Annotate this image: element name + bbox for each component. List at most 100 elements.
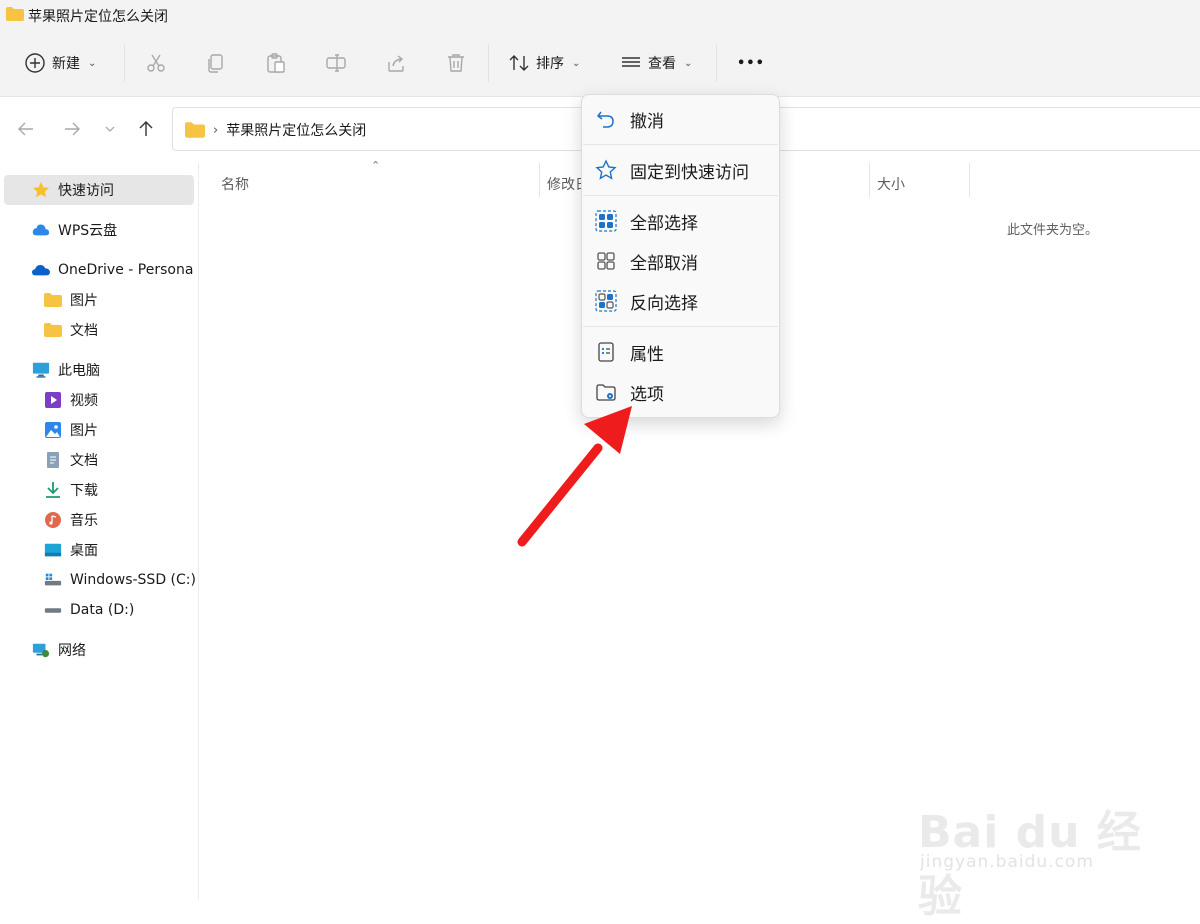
menu-separator bbox=[583, 326, 778, 327]
copy-button[interactable] bbox=[205, 46, 227, 80]
forward-button[interactable] bbox=[60, 117, 84, 141]
sidebar-item-drive-c[interactable]: Windows-SSD (C:) bbox=[44, 565, 196, 595]
desktop-icon bbox=[44, 541, 62, 559]
column-header-size[interactable]: 大小 bbox=[877, 169, 905, 199]
select-all-icon bbox=[588, 210, 624, 232]
sidebar-item-network[interactable]: 网络 bbox=[32, 635, 86, 665]
column-label: 名称 bbox=[221, 177, 249, 193]
menu-item-label: 属性 bbox=[630, 344, 664, 365]
rename-icon bbox=[326, 54, 346, 72]
breadcrumb-separator-icon: › bbox=[213, 122, 219, 138]
menu-separator bbox=[583, 195, 778, 196]
sidebar-item-desktop[interactable]: 桌面 bbox=[44, 535, 98, 565]
documents-icon bbox=[44, 451, 62, 469]
download-icon bbox=[44, 481, 62, 499]
sidebar-item-label: 下载 bbox=[70, 483, 98, 499]
chevron-down-icon: ⌄ bbox=[88, 57, 97, 69]
paste-button[interactable] bbox=[265, 46, 287, 80]
menu-item-invert-selection[interactable]: 反向选择 bbox=[586, 283, 775, 319]
menu-item-label: 全部取消 bbox=[630, 253, 698, 274]
sidebar-item-label: 文档 bbox=[70, 453, 98, 469]
drive-icon bbox=[44, 601, 62, 619]
sidebar-item-label: OneDrive - Persona bbox=[58, 262, 194, 278]
invert-selection-icon bbox=[588, 290, 624, 312]
annotation-arrow-icon bbox=[517, 406, 632, 547]
delete-button[interactable] bbox=[445, 46, 467, 80]
column-divider bbox=[969, 163, 970, 197]
paste-icon bbox=[267, 53, 285, 73]
toolbar-divider bbox=[716, 44, 717, 82]
up-button[interactable] bbox=[134, 117, 158, 141]
undo-icon bbox=[588, 108, 624, 130]
sidebar-item-label: Data (D:) bbox=[70, 602, 135, 618]
sort-ascending-icon: ⌃ bbox=[371, 159, 381, 172]
more-icon: ••• bbox=[737, 55, 765, 71]
sidebar-item-label: 文档 bbox=[70, 323, 98, 339]
menu-item-select-all[interactable]: 全部选择 bbox=[586, 203, 775, 239]
toolbar-divider bbox=[488, 44, 489, 82]
new-label: 新建 bbox=[52, 56, 80, 72]
toolbar-divider bbox=[124, 44, 125, 82]
empty-folder-message: 此文件夹为空。 bbox=[1007, 223, 1099, 238]
column-label: 大小 bbox=[877, 177, 905, 193]
music-icon bbox=[44, 511, 62, 529]
sidebar-item-label: 此电脑 bbox=[58, 363, 100, 379]
sidebar-item-music[interactable]: 音乐 bbox=[44, 505, 98, 535]
menu-item-undo[interactable]: 撤消 bbox=[586, 101, 775, 137]
pictures-icon bbox=[44, 421, 62, 439]
folder-icon bbox=[44, 291, 62, 309]
back-button[interactable] bbox=[14, 117, 38, 141]
drive-icon bbox=[44, 571, 62, 589]
sidebar-item-label: 图片 bbox=[70, 423, 98, 439]
breadcrumb: › 苹果照片定位怎么关闭 bbox=[185, 120, 366, 140]
pin-star-icon bbox=[588, 159, 624, 181]
recent-locations-button[interactable] bbox=[98, 117, 122, 141]
menu-item-label: 撤消 bbox=[630, 111, 664, 132]
sidebar-item-wps-cloud[interactable]: WPS云盘 bbox=[32, 215, 117, 245]
column-divider bbox=[869, 163, 870, 197]
sidebar-item-pictures[interactable]: 图片 bbox=[44, 415, 98, 445]
sidebar-item-label: 音乐 bbox=[70, 513, 98, 529]
arrow-up-icon bbox=[139, 121, 153, 136]
breadcrumb-item[interactable]: 苹果照片定位怎么关闭 bbox=[226, 120, 366, 140]
navigation-pane: 快速访问 WPS云盘 OneDrive - Persona 图片 文档 此电脑 … bbox=[0, 163, 199, 900]
sidebar-item-downloads[interactable]: 下载 bbox=[44, 475, 98, 505]
trash-icon bbox=[448, 54, 464, 72]
view-button[interactable]: 查看 ⌄ bbox=[620, 46, 692, 80]
rename-button[interactable] bbox=[325, 46, 347, 80]
sidebar-item-documents[interactable]: 文档 bbox=[44, 445, 98, 475]
more-options-menu: 撤消 固定到快速访问 全部选择 全部取消 反向选择 属性 选项 bbox=[581, 94, 780, 418]
share-button[interactable] bbox=[385, 46, 407, 80]
scissors-icon bbox=[147, 54, 165, 72]
menu-item-select-none[interactable]: 全部取消 bbox=[586, 243, 775, 279]
sidebar-item-label: WPS云盘 bbox=[58, 223, 118, 239]
new-button[interactable]: 新建 ⌄ bbox=[24, 46, 96, 80]
sort-icon bbox=[509, 55, 529, 71]
sidebar-item-label: 网络 bbox=[58, 643, 86, 659]
select-none-icon bbox=[588, 250, 624, 272]
sidebar-item-this-pc[interactable]: 此电脑 bbox=[32, 355, 100, 385]
window-title: 苹果照片定位怎么关闭 bbox=[28, 9, 168, 25]
sort-label: 排序 bbox=[536, 56, 564, 72]
sidebar-item-onedrive[interactable]: OneDrive - Persona bbox=[32, 255, 193, 285]
plus-circle-icon bbox=[25, 53, 45, 73]
sidebar-item-onedrive-pictures[interactable]: 图片 bbox=[44, 285, 98, 315]
watermark: Bai du 经验 jingyan.baidu.com bbox=[918, 790, 1148, 922]
cut-button[interactable] bbox=[145, 46, 167, 80]
column-header-name[interactable]: 名称 bbox=[221, 169, 249, 199]
command-bar: 新建 ⌄ 排序 ⌄ 查看 ⌄ ••• bbox=[0, 30, 1200, 97]
sidebar-item-videos[interactable]: 视频 bbox=[44, 385, 98, 415]
sidebar-item-onedrive-documents[interactable]: 文档 bbox=[44, 315, 98, 345]
menu-item-properties[interactable]: 属性 bbox=[586, 334, 775, 370]
sidebar-item-quick-access[interactable]: 快速访问 bbox=[4, 175, 194, 205]
menu-item-label: 固定到快速访问 bbox=[630, 162, 749, 183]
sort-button[interactable]: 排序 ⌄ bbox=[508, 46, 580, 80]
sidebar-item-label: 视频 bbox=[70, 393, 98, 409]
title-bar: 苹果照片定位怎么关闭 bbox=[0, 0, 1200, 30]
more-options-button[interactable]: ••• bbox=[737, 46, 765, 80]
view-label: 查看 bbox=[648, 56, 676, 72]
sidebar-item-label: 快速访问 bbox=[58, 183, 114, 199]
menu-item-pin-quick-access[interactable]: 固定到快速访问 bbox=[586, 152, 775, 188]
computer-icon bbox=[32, 361, 50, 379]
sidebar-item-drive-d[interactable]: Data (D:) bbox=[44, 595, 134, 625]
